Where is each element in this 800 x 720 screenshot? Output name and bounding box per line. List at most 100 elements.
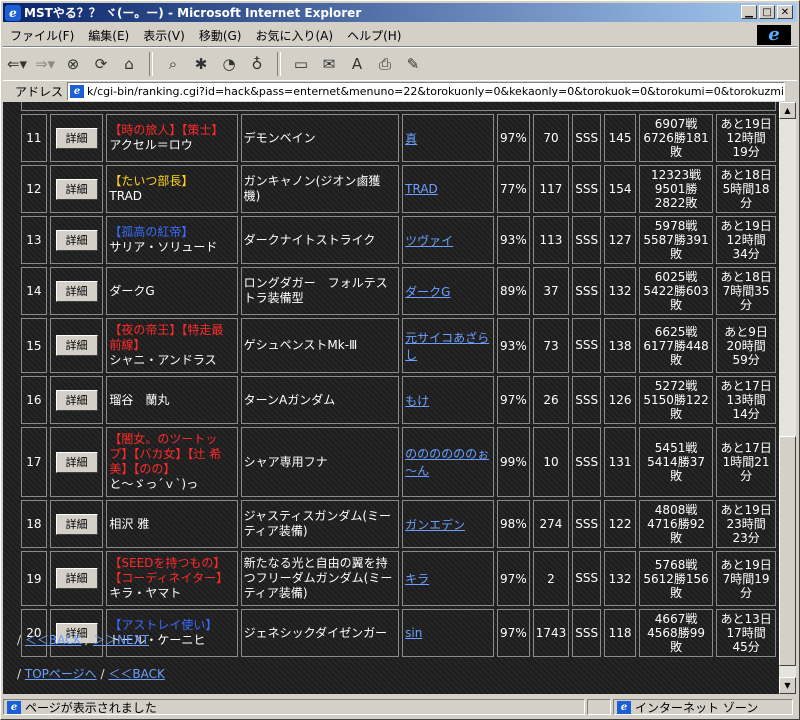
points: 113 (532, 216, 570, 264)
rank-grade: SSS (572, 165, 602, 213)
win-rate: 98% (497, 500, 530, 548)
top-page-link[interactable]: TOPページへ (25, 667, 97, 681)
rank-number: 15 (21, 318, 47, 373)
address-label: アドレス (15, 84, 64, 99)
player-cell: 【闇女。のツートップ】【バカ女】【辻 希美】【のの】 と～ゞっ´ｖ`)っ (106, 427, 238, 497)
toolbar-separator (149, 52, 153, 76)
pilot-link[interactable]: sin (405, 626, 422, 640)
battle-record: 4808戦4716勝92敗 (638, 500, 714, 548)
battle-record: 5272戦5150勝122敗 (638, 376, 714, 424)
scroll-thumb[interactable] (779, 436, 796, 666)
next-link[interactable]: ＞＞NEXT (93, 633, 149, 647)
back-link[interactable]: ＜＜BACK (108, 667, 164, 681)
status-panel: e ページが表示されました (3, 699, 585, 715)
detail-button[interactable]: 詳細 (55, 389, 98, 411)
pilot-link[interactable]: 真 (405, 132, 417, 146)
pilot-link[interactable]: ダークG (405, 285, 450, 299)
home-icon[interactable]: ⌂ (118, 53, 140, 75)
menu-edit[interactable]: 編集(E) (81, 27, 136, 44)
address-input[interactable]: e k/cgi-bin/ranking.cgi?id=hack&pass=ent… (67, 81, 785, 101)
pilot-link[interactable]: ののののののぉ～ん (405, 447, 489, 478)
player-name: キラ・ヤマト (109, 586, 182, 600)
time-remaining: あと19日7時間19分 (716, 551, 776, 606)
favorites-icon[interactable]: ✱ (190, 53, 212, 75)
time-remaining: あと19日23時間23分 (716, 500, 776, 548)
mech-name: ジェネシックダイゼンガー (240, 609, 400, 657)
nav-separator: / (85, 633, 90, 647)
close-button[interactable]: ✕ (777, 5, 793, 19)
player-name: サリア・ソリュード (109, 240, 218, 254)
refresh-icon[interactable]: ⟳ (90, 53, 112, 75)
battle-record: 6625戦6177勝448敗 (638, 318, 714, 373)
print-icon[interactable]: ⎙ (374, 53, 396, 75)
menu-help[interactable]: ヘルプ(H) (340, 27, 408, 44)
pilot-link[interactable]: ツヴァイ (405, 234, 453, 248)
edit-icon[interactable]: ✎ (402, 53, 424, 75)
menu-go[interactable]: 移動(G) (192, 27, 249, 44)
rank-grade: SSS (572, 318, 602, 373)
fullscreen-icon[interactable]: ▭ (290, 53, 312, 75)
channels-icon[interactable]: ♁ (246, 53, 268, 75)
detail-button[interactable]: 詳細 (55, 451, 98, 473)
mech-name: ロングダガー フォルテストラ装備型 (240, 267, 400, 315)
search-icon[interactable]: ⌕ (162, 53, 184, 75)
pilot-link[interactable]: キラ (405, 572, 429, 586)
battle-record: 4667戦4568勝99敗 (638, 609, 714, 657)
menu-favorites[interactable]: お気に入り(A) (248, 27, 340, 44)
mech-name: ガンキャノン(ジオン鹵獲機) (240, 165, 400, 213)
menu-view[interactable]: 表示(V) (136, 27, 192, 44)
player-name: 瑠谷 蘭丸 (109, 392, 170, 407)
mech-name: ジャスティスガンダム(ミーティア装備) (240, 500, 400, 548)
minimize-button[interactable]: ▁ (741, 5, 757, 19)
pilot-cell: 元サイコあざらし (402, 318, 495, 373)
pilot-link[interactable]: 元サイコあざらし (405, 331, 489, 362)
detail-button[interactable]: 詳細 (55, 178, 98, 200)
detail-cell: 詳細 (49, 216, 104, 264)
score: 118 (604, 609, 636, 657)
status-panel-empty (587, 699, 611, 715)
detail-button[interactable]: 詳細 (55, 335, 98, 356)
mail-icon[interactable]: ✉ (318, 53, 340, 75)
address-url[interactable]: k/cgi-bin/ranking.cgi?id=hack&pass=enter… (87, 85, 784, 98)
title-bar: e MSTやる？？ ヾ(ー。ー) - Microsoft Internet Ex… (3, 3, 797, 22)
font-size-icon[interactable]: A (346, 53, 368, 75)
back-arrow-icon[interactable]: ⇐▾ (6, 53, 28, 75)
mech-name: ターンAガンダム (240, 376, 400, 424)
vertical-scrollbar[interactable]: ▲ ▼ (779, 102, 796, 694)
mech-name: シャア専用フナ (240, 427, 400, 497)
player-cell: 瑠谷 蘭丸 (106, 376, 238, 424)
score: 145 (604, 114, 636, 162)
player-cell: 【夜の帝王】【特走最前線】 シャニ・アンドラス (106, 318, 238, 373)
window-title: MSTやる？？ ヾ(ー。ー) - Microsoft Internet Expl… (24, 6, 362, 20)
time-remaining: あと13日17時間45分 (716, 609, 776, 657)
table-row: 12 詳細 【たいつ部長】 TRAD ガンキャノン(ジオン鹵獲機) TRAD 77% 117 S… (21, 165, 776, 213)
scroll-down-arrow-icon[interactable]: ▼ (779, 677, 796, 694)
forward-arrow-icon[interactable]: ⇒▾ (34, 53, 56, 75)
detail-cell: 詳細 (49, 500, 104, 548)
detail-button[interactable]: 詳細 (55, 229, 98, 251)
detail-button[interactable]: 詳細 (55, 127, 98, 149)
stop-icon[interactable]: ⊗ (62, 53, 84, 75)
menu-file[interactable]: ファイル(F) (3, 27, 81, 44)
rank-grade: SSS (572, 267, 602, 315)
detail-cell: 詳細 (49, 165, 104, 213)
detail-button[interactable]: 詳細 (55, 568, 98, 589)
table-row: 18 詳細 相沢 雅 ジャスティスガンダム(ミーティア装備) ガンエデン 98% 274 SS… (21, 500, 776, 548)
table-row: 19 詳細 【SEEDを持つもの】【コーディネイター】 キラ・ヤマト 新たなる光と自由の… (21, 551, 776, 606)
detail-button[interactable]: 詳細 (55, 280, 98, 302)
win-rate: 97% (497, 551, 530, 606)
pilot-link[interactable]: TRAD (405, 182, 438, 196)
detail-cell: 詳細 (49, 318, 104, 373)
battle-record: 5768戦5612勝156敗 (638, 551, 714, 606)
back-link[interactable]: ＜＜BACK (25, 633, 81, 647)
time-remaining: あと17日13時間14分 (716, 376, 776, 424)
toolbar: ⇐▾ ⇒▾ ⊗ ⟳ ⌂ ⌕ ✱ ◔ ♁ ▭ ✉ A ⎙ ✎ (3, 47, 797, 81)
maximize-button[interactable]: □ (759, 5, 775, 19)
scroll-up-arrow-icon[interactable]: ▲ (779, 102, 796, 119)
ie-throbber-icon: e (757, 25, 791, 45)
detail-button[interactable]: 詳細 (55, 513, 98, 535)
time-remaining: あと17日1時間21分 (716, 427, 776, 497)
pilot-link[interactable]: ガンエデン (405, 518, 465, 532)
history-icon[interactable]: ◔ (218, 53, 240, 75)
pilot-link[interactable]: もけ (405, 394, 429, 408)
